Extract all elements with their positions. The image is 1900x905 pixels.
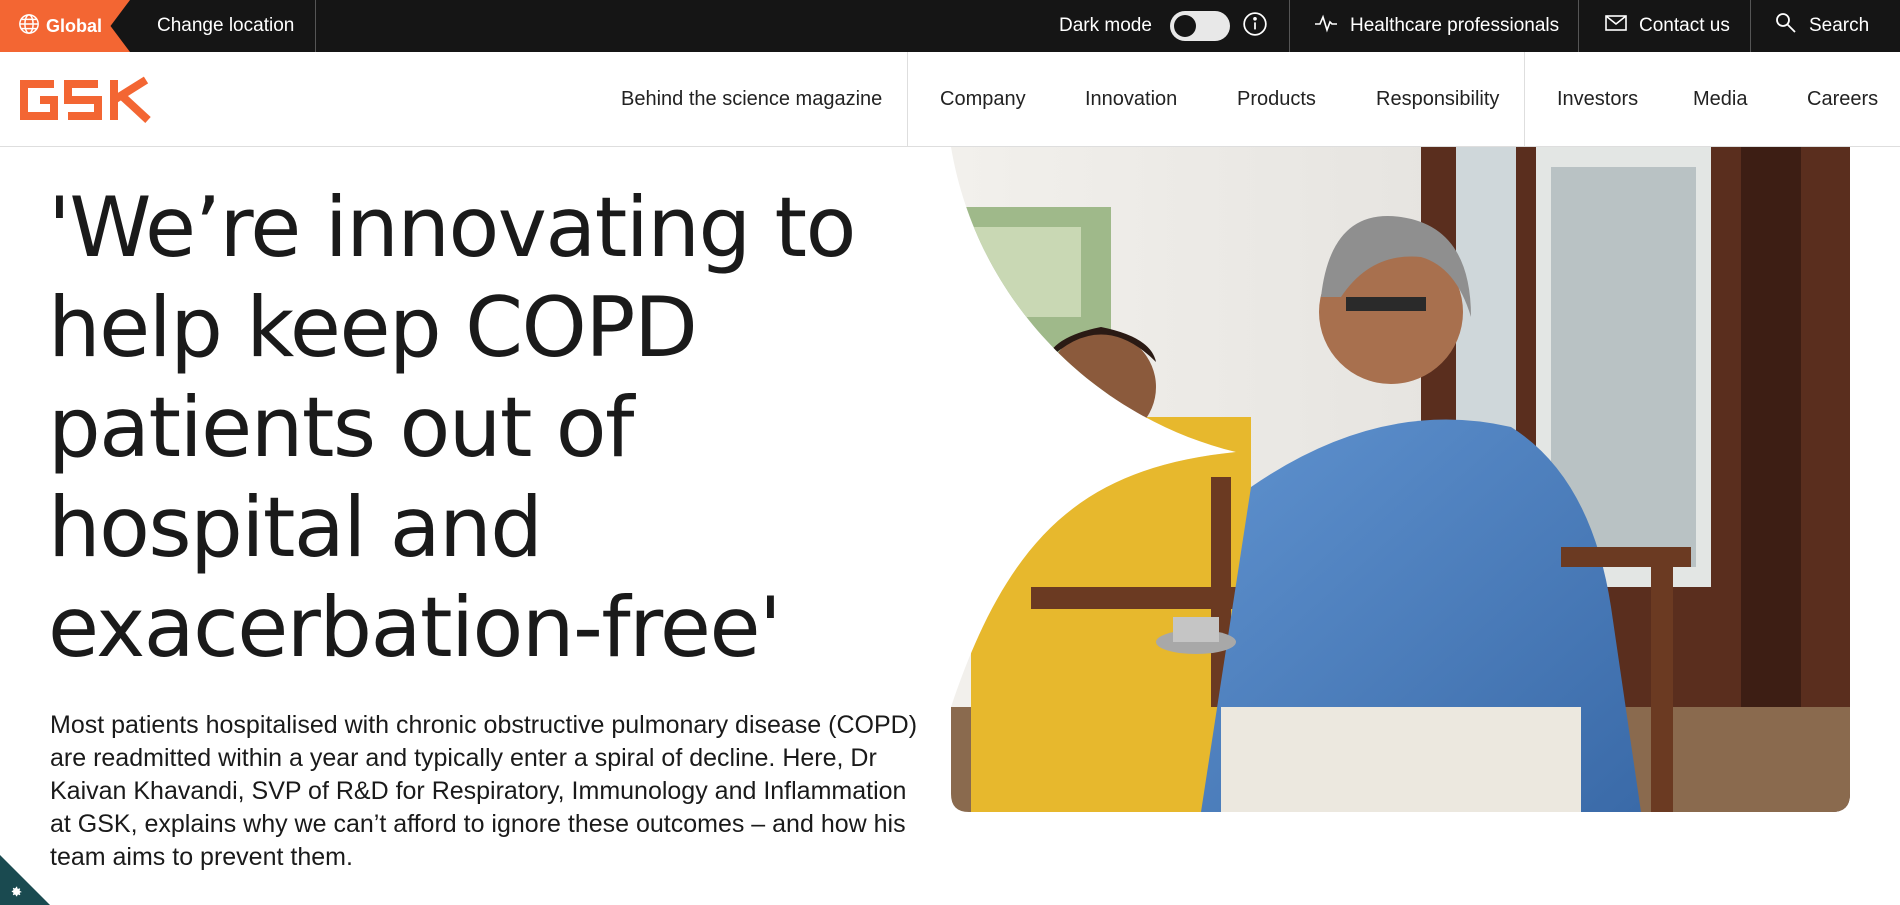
cookie-settings-button[interactable] — [0, 855, 50, 905]
nav-media[interactable]: Media — [1693, 52, 1747, 147]
contact-label: Contact us — [1639, 15, 1730, 36]
hero-intro: Most patients hospitalised with chronic … — [50, 711, 918, 871]
global-label: Global — [46, 15, 103, 36]
globe-icon — [18, 13, 40, 40]
change-location-link[interactable]: Change location — [130, 0, 316, 52]
search-button[interactable]: Search — [1750, 0, 1900, 52]
dark-mode-label: Dark mode — [1059, 15, 1152, 36]
nav-responsibility[interactable]: Responsibility — [1376, 52, 1499, 147]
gear-icon — [9, 885, 23, 904]
healthcare-professionals-link[interactable]: Healthcare professionals — [1289, 0, 1578, 52]
contact-us-link[interactable]: Contact us — [1578, 0, 1750, 52]
mail-icon — [1605, 14, 1627, 38]
nav-behind-the-science[interactable]: Behind the science magazine — [621, 52, 882, 147]
nav-divider — [907, 52, 908, 147]
search-icon — [1775, 12, 1797, 40]
gsk-logo-mark — [20, 76, 151, 123]
toggle-knob — [1173, 15, 1196, 37]
search-label: Search — [1809, 15, 1870, 36]
dark-mode-toggle[interactable] — [1169, 11, 1230, 41]
utility-bar: Global Change location Dark mode Healthc… — [0, 0, 1900, 52]
main-navigation: Behind the science magazine Company Inno… — [0, 52, 1900, 147]
nav-company[interactable]: Company — [940, 52, 1026, 147]
nav-careers[interactable]: Careers — [1807, 52, 1878, 147]
hero-image — [951, 147, 1850, 812]
pulse-icon — [1314, 13, 1338, 39]
nav-divider — [1524, 52, 1525, 147]
nav-products[interactable]: Products — [1237, 52, 1316, 147]
global-site-button[interactable]: Global — [0, 0, 130, 52]
hcp-label: Healthcare professionals — [1350, 15, 1560, 36]
dark-mode-group: Dark mode — [1040, 0, 1289, 52]
nav-investors[interactable]: Investors — [1557, 52, 1638, 147]
nav-innovation[interactable]: Innovation — [1085, 52, 1177, 147]
hero-headline: 'We’re innovating to help keep COPD pati… — [48, 179, 856, 676]
info-icon[interactable] — [1242, 11, 1268, 42]
gsk-logo[interactable] — [18, 76, 153, 129]
